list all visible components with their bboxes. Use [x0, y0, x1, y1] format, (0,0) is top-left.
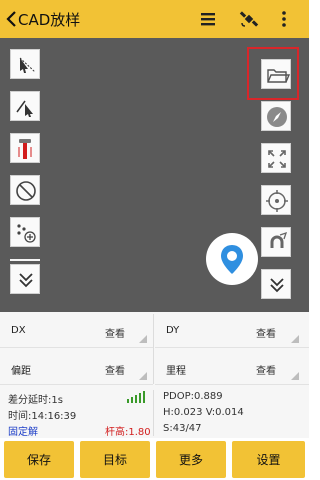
select-tool-button[interactable]	[10, 49, 40, 79]
line-select-icon	[16, 100, 33, 117]
mileage-view-link[interactable]: 查看	[256, 362, 276, 377]
full-extent-icon	[268, 150, 286, 168]
save-button[interactable]: 保存	[4, 441, 74, 478]
pole-icon	[18, 139, 32, 159]
dx-label: DX	[11, 325, 26, 336]
expand-down-icon	[270, 278, 284, 293]
page-title: CAD放样	[18, 11, 81, 29]
app-header: CAD放样	[0, 0, 309, 38]
compass-button[interactable]	[261, 101, 291, 131]
add-point-icon	[17, 224, 36, 243]
right-expand-button[interactable]	[261, 269, 291, 299]
pole-tool-button[interactable]	[10, 133, 40, 163]
dx-corner-indicator	[139, 335, 147, 343]
full-extent-button[interactable]	[261, 143, 291, 173]
expand-down-icon	[19, 273, 33, 288]
no-snap-tool-button[interactable]	[10, 175, 40, 205]
toolbar-divider	[10, 259, 40, 261]
chevron-left-icon[interactable]	[5, 10, 19, 28]
pole-height-text: 杆高:1.80	[105, 427, 151, 438]
select-arrow-icon	[19, 57, 36, 73]
line-select-tool-button[interactable]	[10, 91, 40, 121]
open-file-highlight	[247, 47, 299, 100]
diff-delay-text: 差分延时:1s	[8, 395, 63, 406]
crosshair-icon	[266, 190, 288, 212]
locate-button[interactable]	[261, 185, 291, 215]
signal-bars-icon	[127, 391, 145, 403]
cell-divider	[153, 314, 154, 384]
status-divider	[153, 390, 154, 436]
satellite-count-text: S:43/47	[163, 423, 202, 434]
magnet-icon	[270, 231, 288, 248]
no-snap-icon	[16, 181, 36, 201]
dy-corner-indicator	[291, 335, 299, 343]
list-icon[interactable]	[198, 9, 218, 29]
compass-icon	[267, 107, 287, 127]
dy-cell[interactable]: DY 查看	[155, 312, 309, 348]
offset-corner-indicator	[139, 372, 147, 380]
mileage-label: 里程	[166, 366, 186, 377]
settings-button[interactable]: 设置	[232, 441, 305, 478]
more-vertical-icon[interactable]	[274, 9, 294, 29]
location-button[interactable]	[206, 233, 258, 285]
pdop-text: PDOP:0.889	[163, 391, 223, 402]
dx-view-link[interactable]: 查看	[105, 325, 125, 340]
left-expand-button[interactable]	[10, 264, 40, 294]
offset-cell[interactable]: 偏距 查看	[0, 349, 153, 385]
satellite-icon[interactable]	[239, 9, 259, 29]
mileage-cell[interactable]: 里程 查看	[155, 349, 309, 385]
location-pin-icon	[221, 245, 243, 274]
offset-view-link[interactable]: 查看	[105, 362, 125, 377]
time-text: 时间:14:16:39	[8, 411, 77, 422]
add-point-tool-button[interactable]	[10, 217, 40, 247]
target-button[interactable]: 目标	[80, 441, 150, 478]
offset-label: 偏距	[11, 366, 31, 377]
dx-cell[interactable]: DX 查看	[0, 312, 153, 348]
dy-view-link[interactable]: 查看	[256, 325, 276, 340]
more-button[interactable]: 更多	[156, 441, 226, 478]
fix-status-text: 固定解	[8, 427, 38, 438]
dy-label: DY	[166, 325, 180, 336]
snap-magnet-button[interactable]	[261, 227, 291, 257]
mileage-corner-indicator	[291, 372, 299, 380]
hv-precision-text: H:0.023 V:0.014	[163, 407, 244, 418]
